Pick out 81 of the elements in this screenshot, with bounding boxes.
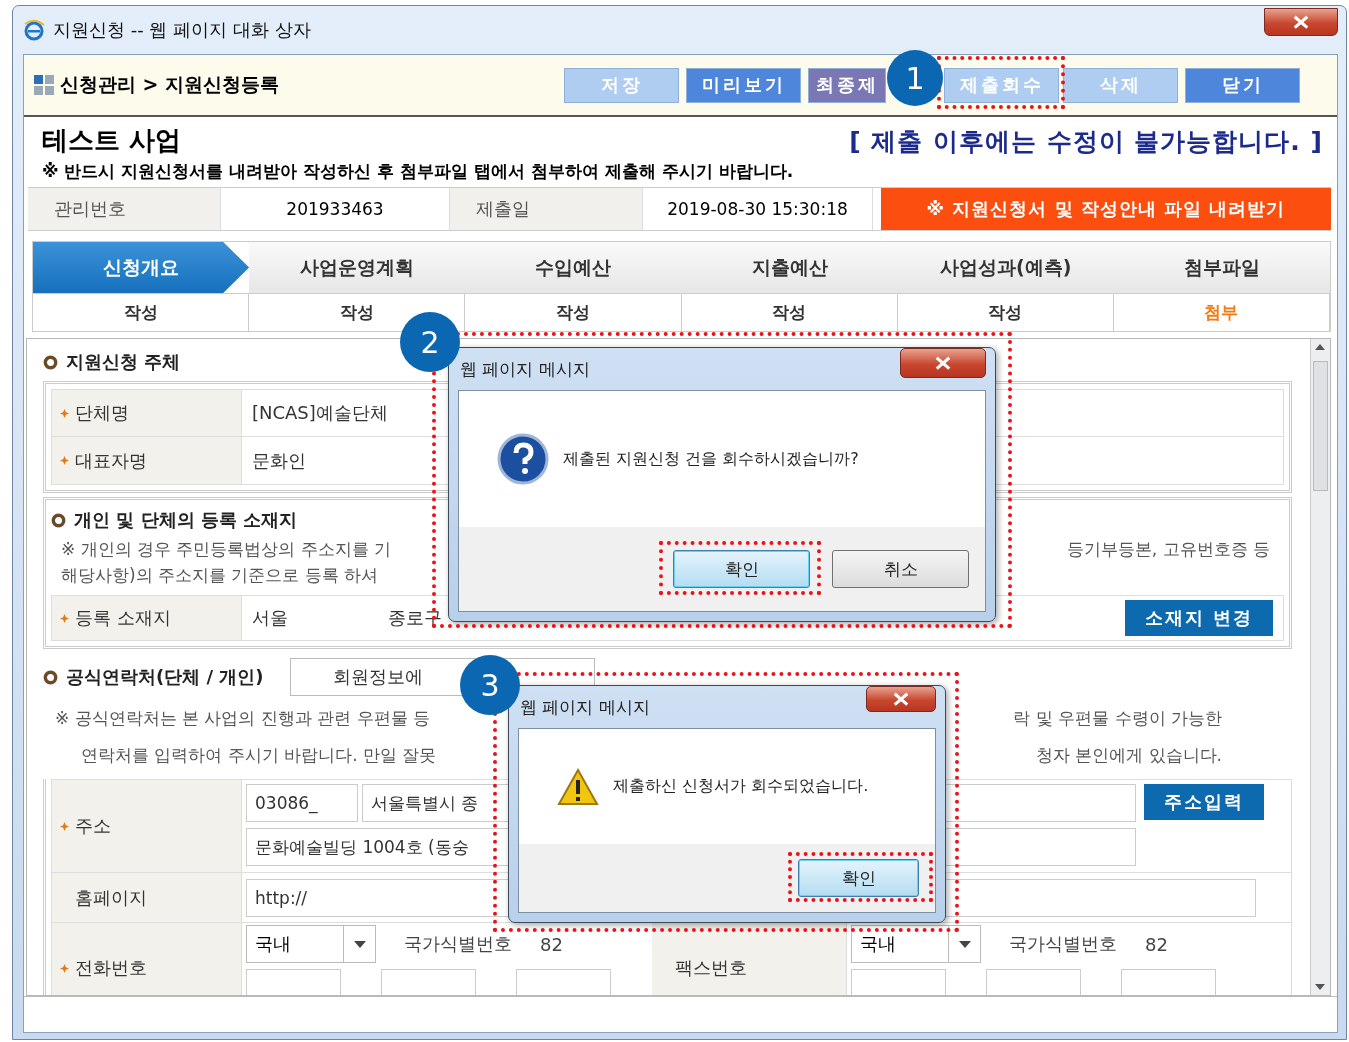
step-action[interactable]: 작성: [465, 293, 682, 331]
toolbar-button[interactable]: 닫기: [1185, 67, 1300, 103]
ring-bullet-icon: [51, 512, 66, 528]
step-action[interactable]: 작성: [681, 293, 898, 331]
step-action[interactable]: 작성: [33, 293, 250, 331]
step-tab[interactable]: 첨부파일: [1113, 242, 1330, 293]
dialog-message: 제출하신 신청서가 회수되었습니다.: [613, 776, 869, 797]
toolbar-button[interactable]: 최종제: [808, 67, 886, 103]
close-button[interactable]: [866, 686, 936, 712]
toolbar-button[interactable]: 미리보기: [686, 67, 801, 103]
close-button[interactable]: [1264, 8, 1338, 36]
window-title: 지원신청 -- 웹 페이지 대화 상자: [53, 18, 311, 42]
field-value: [NCAS]예술단체: [252, 401, 388, 425]
field-label-text: 대표자명: [75, 448, 147, 473]
region-select[interactable]: 국내: [246, 925, 376, 963]
field-label-text: 팩스번호: [675, 956, 747, 980]
close-icon: [1292, 14, 1310, 30]
browser-icon: [23, 19, 45, 41]
question-icon: [497, 433, 549, 485]
note-text: 연락처를 입력하여 주시기 바랍니다. 만일 잘못: [81, 744, 437, 767]
field-label-text: 홈페이지: [75, 885, 147, 910]
caret-icon: [353, 940, 366, 948]
dialog-button[interactable]: 확인: [798, 859, 919, 897]
section-title: 공식연락처(단체 / 개인): [66, 665, 264, 689]
field-label-text: 단체명: [75, 401, 129, 425]
step-tab[interactable]: 지출예산: [681, 242, 898, 293]
address-search-button[interactable]: 주소입력: [1144, 784, 1264, 820]
step-action[interactable]: 작성: [249, 293, 466, 331]
scrollbar[interactable]: [1310, 339, 1330, 995]
ring-bullet-icon: [43, 669, 58, 685]
dialog-message: 제출된 지원신청 건을 회수하시겠습니까?: [563, 448, 859, 470]
required-icon: [60, 963, 69, 973]
field-label-text: 전화번호: [75, 956, 147, 980]
step-tab[interactable]: 사업운영계획: [249, 242, 466, 293]
change-location-button[interactable]: 소재지 변경: [1124, 600, 1273, 636]
grid-icon: [34, 75, 54, 95]
dialog-title: 웹 페이지 메시지: [459, 357, 590, 381]
field-value: 종로구: [388, 606, 442, 630]
field-value: 서울: [252, 606, 288, 630]
dialog-button[interactable]: 확인: [673, 550, 810, 588]
field-label-text: 주소: [75, 814, 111, 838]
close-button[interactable]: [900, 348, 986, 378]
step-action[interactable]: 작성: [897, 293, 1114, 331]
zip-input[interactable]: 03086_: [246, 784, 358, 822]
country-code: 82: [1145, 933, 1168, 955]
required-icon: [60, 408, 69, 418]
field-label: 국가식별번호: [404, 932, 512, 956]
notice-text: ※ 반드시 지원신청서를 내려받아 작성하신 후 첨부파일 탭에서 첨부하여 제출해 주시기 바랍니다.: [42, 160, 795, 183]
info-value: 2019-08-30 15:30:18: [643, 188, 873, 230]
info-label: 관리번호: [28, 188, 221, 230]
required-icon: [60, 456, 69, 465]
field-label: 국가식별번호: [1009, 932, 1117, 956]
required-icon: [60, 821, 69, 831]
country-code: 82: [540, 933, 563, 955]
field-label-text: 등록 소재지: [75, 606, 171, 630]
breadcrumb: 신청관리 > 지원신청등록: [60, 72, 280, 97]
step-tab[interactable]: 신청개요: [33, 242, 250, 293]
project-title: 테스트 사업: [42, 124, 182, 157]
note-text: ※ 공식연락처는 본 사업의 진행과 관련 우편물 등: [55, 707, 431, 730]
caret-icon: [958, 940, 971, 948]
step-tab[interactable]: 수입예산: [465, 242, 682, 293]
section-title: 개인 및 단체의 등록 소재지: [74, 508, 298, 532]
note-text: 락 및 우편물 수령이 가능한: [1013, 707, 1222, 730]
required-icon: [60, 613, 69, 623]
info-label: 제출일: [450, 188, 643, 230]
warning-icon: [557, 767, 599, 806]
edit-warning: [ 제출 이후에는 수정이 불가능합니다. ]: [849, 126, 1323, 158]
note-text: ※ 개인의 경우 주민등록법상의 주소지를 기: [61, 538, 392, 561]
field-value: 문화인: [252, 448, 306, 473]
close-icon: [892, 691, 910, 707]
dialog-button[interactable]: 취소: [832, 550, 969, 588]
note-text: 청자 본인에게 있습니다.: [1035, 744, 1222, 767]
step-tab[interactable]: 사업성과(예측): [897, 242, 1114, 293]
region-select[interactable]: 국내: [851, 925, 981, 963]
scroll-thumb[interactable]: [1313, 361, 1328, 491]
ring-bullet-icon: [43, 354, 58, 370]
note-text: 등기부등본, 고유번호증 등: [1066, 538, 1270, 561]
note-text: 해당사항)의 주소지를 기준으로 등록 하셔: [61, 564, 379, 587]
section-title: 지원신청 주체: [66, 350, 181, 374]
close-icon: [934, 355, 952, 371]
dialog-title: 웹 페이지 메시지: [519, 695, 650, 719]
